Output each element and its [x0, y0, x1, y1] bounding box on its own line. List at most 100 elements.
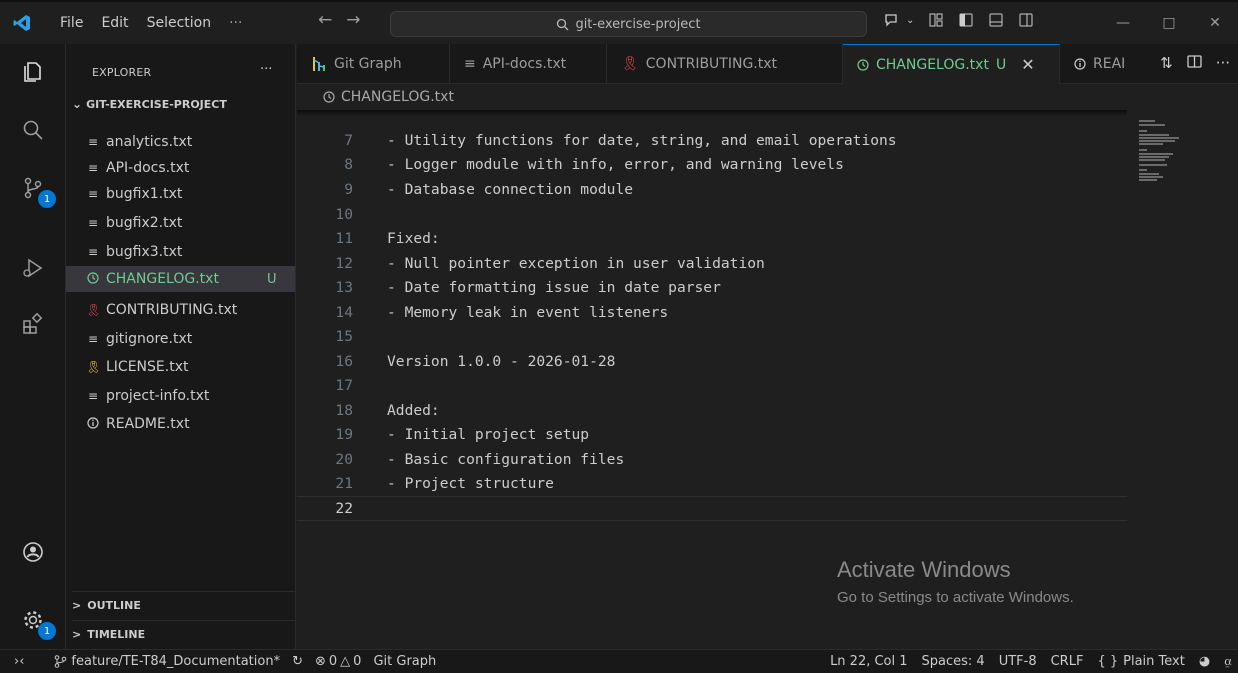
code-line: 10 [297, 202, 1127, 227]
minimize-icon[interactable]: — [1100, 2, 1146, 44]
command-center-search[interactable]: git-exercise-project [390, 11, 867, 37]
remote-icon[interactable]: ›‹ [14, 654, 24, 669]
tab-changelog[interactable]: CHANGELOG.txt U ✕ [843, 44, 1060, 84]
file-item[interactable]: ≡ bugfix3.txt [66, 239, 295, 265]
minimap-line [1139, 130, 1147, 132]
cursor-position[interactable]: Ln 22, Col 1 [830, 654, 907, 669]
text-lines-icon: ≡ [464, 56, 476, 72]
split-editor-icon[interactable] [1187, 54, 1202, 69]
file-item-active[interactable]: CHANGELOG.txt U [66, 266, 295, 292]
file-item[interactable]: 🎗 LICENSE.txt [66, 354, 295, 380]
manage-gear-icon[interactable]: 1 [0, 592, 66, 648]
close-tab-icon[interactable]: ✕ [1021, 55, 1034, 74]
layout-controls: ⌄ [884, 12, 1034, 28]
code-line: 15 [297, 324, 1127, 349]
close-window-icon[interactable]: ✕ [1192, 2, 1238, 44]
current-code-line: 22 [297, 496, 1127, 521]
toggle-primary-sidebar-icon[interactable] [958, 12, 974, 28]
tab-api-docs[interactable]: ≡ API-docs.txt [450, 44, 607, 84]
file-item[interactable]: ≡ bugfix1.txt [66, 181, 295, 207]
line-number: 7 [344, 131, 353, 149]
file-item[interactable]: ≡ API-docs.txt [66, 155, 295, 181]
breadcrumb-file[interactable]: CHANGELOG.txt [341, 89, 454, 105]
explorer-icon[interactable] [0, 44, 66, 100]
search-view-icon[interactable] [0, 102, 66, 158]
line-text: - Logger module with info, error, and wa… [387, 155, 844, 173]
menu-more[interactable]: ··· [229, 15, 242, 31]
line-ending[interactable]: CRLF [1051, 654, 1084, 669]
tab-contributing[interactable]: 🎗 CONTRIBUTING.txt [607, 44, 843, 84]
sync-cloud-icon[interactable]: ↻ [292, 654, 303, 669]
git-graph-status[interactable]: Git Graph [373, 654, 436, 669]
line-number: 11 [335, 229, 353, 247]
minimap-line [1139, 149, 1147, 151]
encoding[interactable]: UTF-8 [999, 654, 1037, 669]
outline-section-header[interactable]: > OUTLINE [72, 591, 295, 619]
warning-icon: △ [340, 654, 351, 669]
minimap-line [1139, 140, 1175, 142]
back-arrow-icon[interactable]: ← [318, 10, 332, 30]
code-editor[interactable]: 7 - Utility functions for date, string, a… [297, 110, 1138, 599]
minimap-line [1139, 156, 1169, 158]
code-line: 13 - Date formatting issue in date parser [297, 275, 1127, 300]
file-name: analytics.txt [106, 134, 193, 150]
file-item[interactable]: ≡ project-info.txt [66, 383, 295, 409]
timeline-section-header[interactable]: > TIMELINE [72, 620, 295, 648]
line-text: - Basic configuration files [387, 450, 625, 468]
source-control-icon[interactable]: 1 [0, 160, 66, 216]
file-item[interactable]: ≡ bugfix2.txt [66, 210, 295, 236]
minimap-line [1139, 164, 1167, 166]
branch-item[interactable]: feature/TE-T84_Documentation* [54, 654, 280, 669]
indentation[interactable]: Spaces: 4 [922, 654, 985, 669]
menu-file[interactable]: File [60, 15, 83, 31]
text-lines-icon: ≡ [87, 161, 99, 175]
code-line: 12 - Null pointer exception in user valid… [297, 251, 1127, 276]
minimap-line [1139, 173, 1159, 175]
code-line: 18 Added: [297, 398, 1127, 423]
ribbon-icon: 🎗 [86, 303, 102, 317]
customize-layout-icon[interactable] [928, 12, 944, 28]
maximize-icon[interactable]: □ [1146, 2, 1192, 44]
run-debug-icon[interactable] [0, 240, 66, 296]
project-folder-header[interactable]: ⌄ GIT-EXERCISE-PROJECT [72, 97, 227, 111]
menu-edit[interactable]: Edit [101, 15, 128, 31]
notifications-bell-icon[interactable]: ⍶ [1224, 654, 1232, 669]
accounts-icon[interactable] [0, 524, 66, 580]
file-item[interactable]: ≡ gitignore.txt [66, 326, 295, 352]
file-item[interactable]: README.txt [66, 411, 295, 437]
clock-icon [323, 91, 335, 103]
status-left: ›‹ feature/TE-T84_Documentation* ↻ ⊗ 0 △… [0, 654, 436, 669]
explorer-more-actions[interactable]: ··· [260, 62, 272, 77]
language-mode[interactable]: { } Plain Text [1097, 654, 1184, 669]
clock-icon [86, 271, 100, 287]
line-text: - Project structure [387, 474, 554, 492]
file-item[interactable]: ≡ analytics.txt [66, 129, 295, 155]
toggle-secondary-sidebar-icon[interactable] [1018, 12, 1034, 28]
file-name: CONTRIBUTING.txt [106, 302, 238, 318]
language-label: Plain Text [1123, 654, 1185, 669]
file-item[interactable]: 🎗 CONTRIBUTING.txt [66, 297, 295, 323]
compare-changes-icon[interactable]: ⇅ [1160, 54, 1173, 72]
toggle-panel-icon[interactable] [988, 12, 1004, 28]
menu-selection[interactable]: Selection [147, 15, 212, 31]
extensions-icon[interactable] [0, 296, 66, 352]
forward-arrow-icon[interactable]: → [346, 10, 360, 30]
line-number: 22 [335, 499, 353, 517]
tab-git-graph[interactable]: Git Graph [297, 44, 450, 84]
code-line: 17 [297, 373, 1127, 398]
minimap-line [1139, 137, 1179, 139]
copilot-icon[interactable]: ◕ [1199, 654, 1210, 669]
copilot-chat-icon[interactable] [884, 12, 902, 28]
tab-readme[interactable]: REAI [1060, 44, 1130, 84]
line-number: 18 [335, 401, 353, 419]
code-line: 7 - Utility functions for date, string, a… [297, 128, 1127, 153]
chevron-down-icon[interactable]: ⌄ [906, 15, 914, 26]
info-icon [1074, 58, 1086, 70]
minimap[interactable] [1127, 110, 1238, 599]
file-name: bugfix2.txt [106, 215, 183, 231]
ribbon-icon: 🎗 [86, 360, 102, 374]
problems-item[interactable]: ⊗ 0 △ 0 [315, 654, 361, 669]
text-lines-icon: ≡ [87, 332, 99, 346]
project-folder-name: GIT-EXERCISE-PROJECT [86, 97, 227, 111]
more-actions-icon[interactable]: ··· [1216, 54, 1230, 72]
